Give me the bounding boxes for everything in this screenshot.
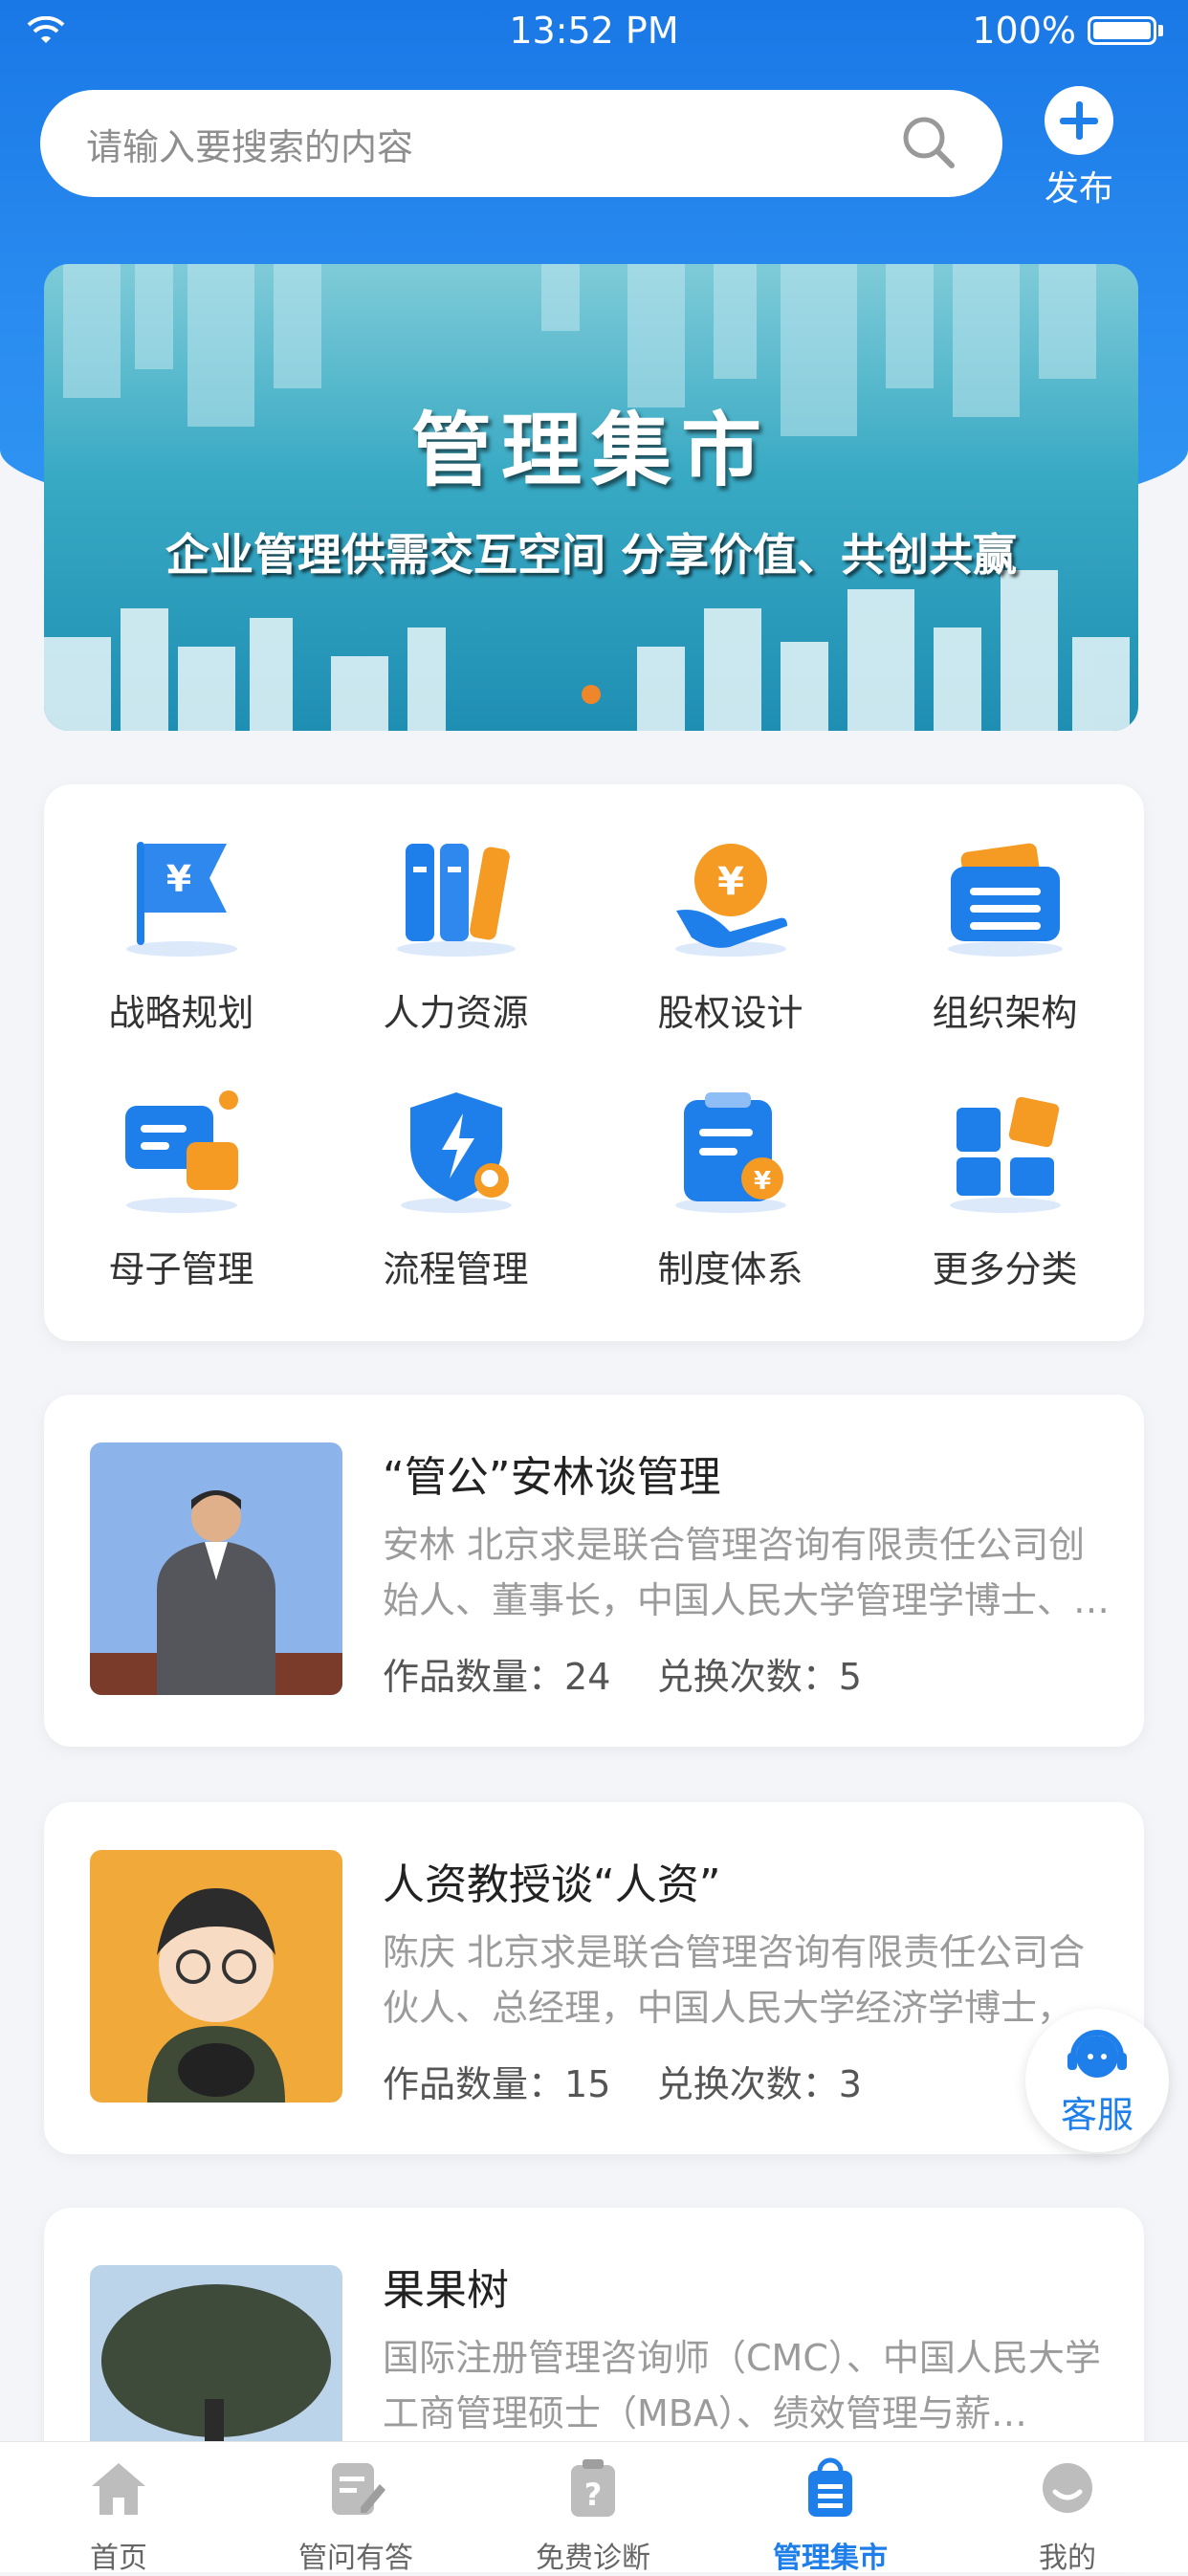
- category-label: 制度体系: [657, 1248, 803, 1290]
- grid-icon: [949, 1096, 1061, 1213]
- edit-note-icon: [332, 2463, 385, 2515]
- battery-indicator: 100%: [972, 10, 1163, 52]
- works-count: 15: [564, 2063, 611, 2105]
- books-icon: [396, 844, 516, 957]
- svg-text:?: ?: [584, 2477, 603, 2513]
- category-parent-sub[interactable]: 母子管理: [44, 1079, 319, 1292]
- category-label: 人力资源: [383, 992, 529, 1034]
- expert-title: 人资教授谈“人资”: [383, 1860, 721, 1909]
- category-equity[interactable]: ¥ 股权设计: [593, 823, 868, 1036]
- banner-title: 管理集市: [410, 404, 771, 497]
- category-label: 流程管理: [383, 1248, 529, 1290]
- category-hr[interactable]: 人力资源: [319, 823, 593, 1036]
- category-organization[interactable]: 组织架构: [868, 823, 1142, 1036]
- banner-subtitle: 企业管理供需交互空间 分享价值、共创共赢: [165, 529, 1017, 581]
- coin-hand-icon: ¥: [674, 844, 787, 957]
- svg-text:¥: ¥: [717, 860, 744, 904]
- exchange-count: 3: [838, 2063, 862, 2105]
- tab-label: 我的: [1039, 2542, 1096, 2575]
- svg-text:¥: ¥: [753, 1167, 770, 1196]
- tab-label: 免费诊断: [536, 2542, 650, 2575]
- search-bar[interactable]: 请输入要搜索的内容: [40, 90, 1002, 197]
- expert-description: 国际注册管理咨询师（CMC）、中国人民大学工商管理硕士（MBA）、绩效管理与薪…: [383, 2337, 1101, 2434]
- category-label: 母子管理: [108, 1248, 254, 1290]
- publish-label: 发布: [1044, 169, 1113, 209]
- category-label: 更多分类: [932, 1248, 1078, 1290]
- expert-card[interactable]: 人资教授谈“人资” 陈庆 北京求是联合管理咨询有限责任公司合伙人、总经理，中国人…: [44, 1802, 1144, 2154]
- tab-qa[interactable]: 管问有答: [237, 2455, 474, 2576]
- tab-diagnosis[interactable]: ? 免费诊断: [474, 2455, 712, 2576]
- expert-title: 果果树: [383, 2266, 509, 2315]
- expert-description: 安林 北京求是联合管理咨询有限责任公司创始人、董事长，中国人民大学管理学博士、…: [383, 1524, 1110, 1621]
- category-label: 战略规划: [108, 992, 254, 1034]
- carousel-indicator[interactable]: [582, 685, 601, 704]
- question-clipboard-icon: ?: [571, 2459, 615, 2517]
- tab-bar: 首页 管问有答 ? 免费诊断 管理集市 我的: [0, 2441, 1188, 2575]
- expert-stats: 作品数量：24 兑换次数：5: [383, 1656, 862, 1698]
- tab-profile[interactable]: 我的: [949, 2455, 1186, 2576]
- expert-card[interactable]: “管公”安林谈管理 安林 北京求是联合管理咨询有限责任公司创始人、董事长，中国人…: [44, 1395, 1144, 1747]
- category-label: 组织架构: [932, 992, 1078, 1034]
- chat-profile-icon: [1043, 2463, 1092, 2513]
- wallet-icon: [947, 843, 1063, 957]
- customer-service-label: 客服: [1060, 2094, 1133, 2136]
- expert-photo: [90, 1442, 342, 1695]
- search-input[interactable]: 请输入要搜索的内容: [86, 118, 899, 170]
- chat-bubbles-icon: [124, 1090, 238, 1213]
- home-icon: [92, 2463, 145, 2515]
- tab-label: 首页: [90, 2542, 147, 2575]
- svg-text:¥: ¥: [165, 858, 190, 900]
- exchange-count: 5: [838, 1656, 862, 1698]
- expert-stats: 作品数量：15 兑换次数：3: [383, 2063, 862, 2105]
- plus-icon: [1045, 86, 1113, 155]
- category-label: 股权设计: [657, 992, 803, 1034]
- headset-icon: [1067, 2030, 1127, 2078]
- tab-home[interactable]: 首页: [0, 2455, 237, 2576]
- category-system[interactable]: ¥ 制度体系: [593, 1079, 868, 1292]
- tab-label: 管理集市: [773, 2542, 888, 2575]
- flag-yuan-icon: ¥: [125, 842, 237, 957]
- customer-service-button[interactable]: 客服: [1025, 2009, 1169, 2152]
- clipboard-yuan-icon: ¥: [674, 1092, 786, 1213]
- tab-label: 管问有答: [298, 2542, 413, 2575]
- search-icon[interactable]: [899, 113, 957, 174]
- publish-button[interactable]: 发布: [1031, 86, 1127, 210]
- status-bar: 13:52 PM 100%: [0, 0, 1188, 67]
- bag-list-icon: [808, 2457, 852, 2517]
- expert-avatar: [90, 1850, 342, 2103]
- battery-icon: [1088, 16, 1156, 45]
- battery-percent: 100%: [972, 10, 1076, 52]
- shield-bolt-icon: [400, 1092, 512, 1213]
- category-grid: ¥ 战略规划 人力资源 ¥ 股权设计 组织架构 母子管理 流程管理 ¥ 制度体系…: [44, 784, 1144, 1341]
- expert-description: 陈庆 北京求是联合管理咨询有限责任公司合伙人、总经理，中国人民大学经济学博士，…: [383, 1931, 1110, 2029]
- banner-carousel[interactable]: 管理集市 企业管理供需交互空间 分享价值、共创共赢: [44, 264, 1138, 731]
- tab-market[interactable]: 管理集市: [712, 2455, 949, 2576]
- category-more[interactable]: 更多分类: [868, 1079, 1142, 1292]
- works-count: 24: [564, 1656, 611, 1698]
- expert-title: “管公”安林谈管理: [383, 1453, 721, 1502]
- category-process[interactable]: 流程管理: [319, 1079, 593, 1292]
- category-strategy[interactable]: ¥ 战略规划: [44, 823, 319, 1036]
